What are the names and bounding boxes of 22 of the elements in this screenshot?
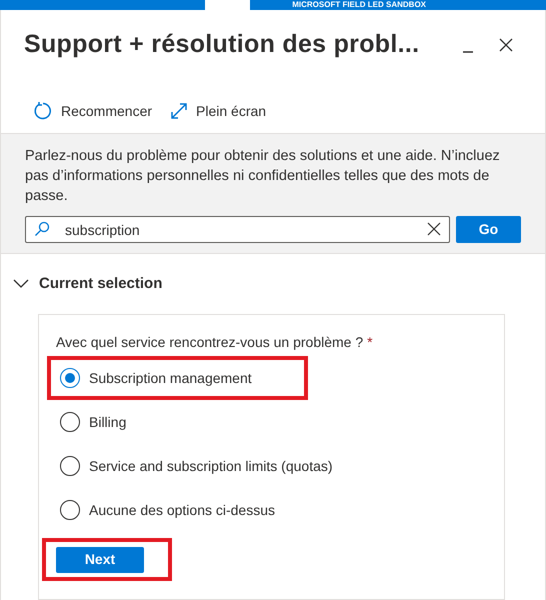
required-mark: *	[367, 333, 373, 352]
radio-option[interactable]: Billing	[51, 412, 126, 432]
directory-label: MICROSOFT FIELD LED SANDBOX	[292, 0, 426, 10]
radio-option[interactable]: Aucune des options ci-dessus	[51, 500, 275, 520]
expand-arrow-icon	[170, 102, 188, 120]
toolbar-button[interactable]: Plein écran	[170, 100, 266, 122]
refresh-icon	[33, 101, 53, 121]
intro-text: Parlez-nous du problème pour obtenir des solutions et une aide. N’incluez pas d’informations personnelles ni confidentielles telles que des mots de passe.	[25, 147, 501, 206]
radio-option[interactable]: Subscription management	[51, 368, 252, 388]
search-field[interactable]: subscription	[25, 216, 450, 243]
minimize-icon	[462, 50, 474, 54]
close-icon	[498, 37, 514, 53]
search-icon	[34, 221, 50, 237]
section-header[interactable]: Current selection	[1, 272, 545, 296]
question-label: Avec quel service rencontrez-vous un problème ?	[56, 333, 364, 352]
go-button[interactable]: Go	[456, 216, 521, 243]
clear-icon[interactable]	[427, 222, 441, 236]
radio-option[interactable]: Service and subscription limits (quotas)	[51, 456, 333, 476]
panel-title: Support + résolution des probl...	[24, 29, 420, 60]
toolbar-button[interactable]: Recommencer	[33, 100, 152, 122]
next-button[interactable]: Next	[56, 546, 144, 572]
close-button[interactable]	[497, 36, 515, 54]
